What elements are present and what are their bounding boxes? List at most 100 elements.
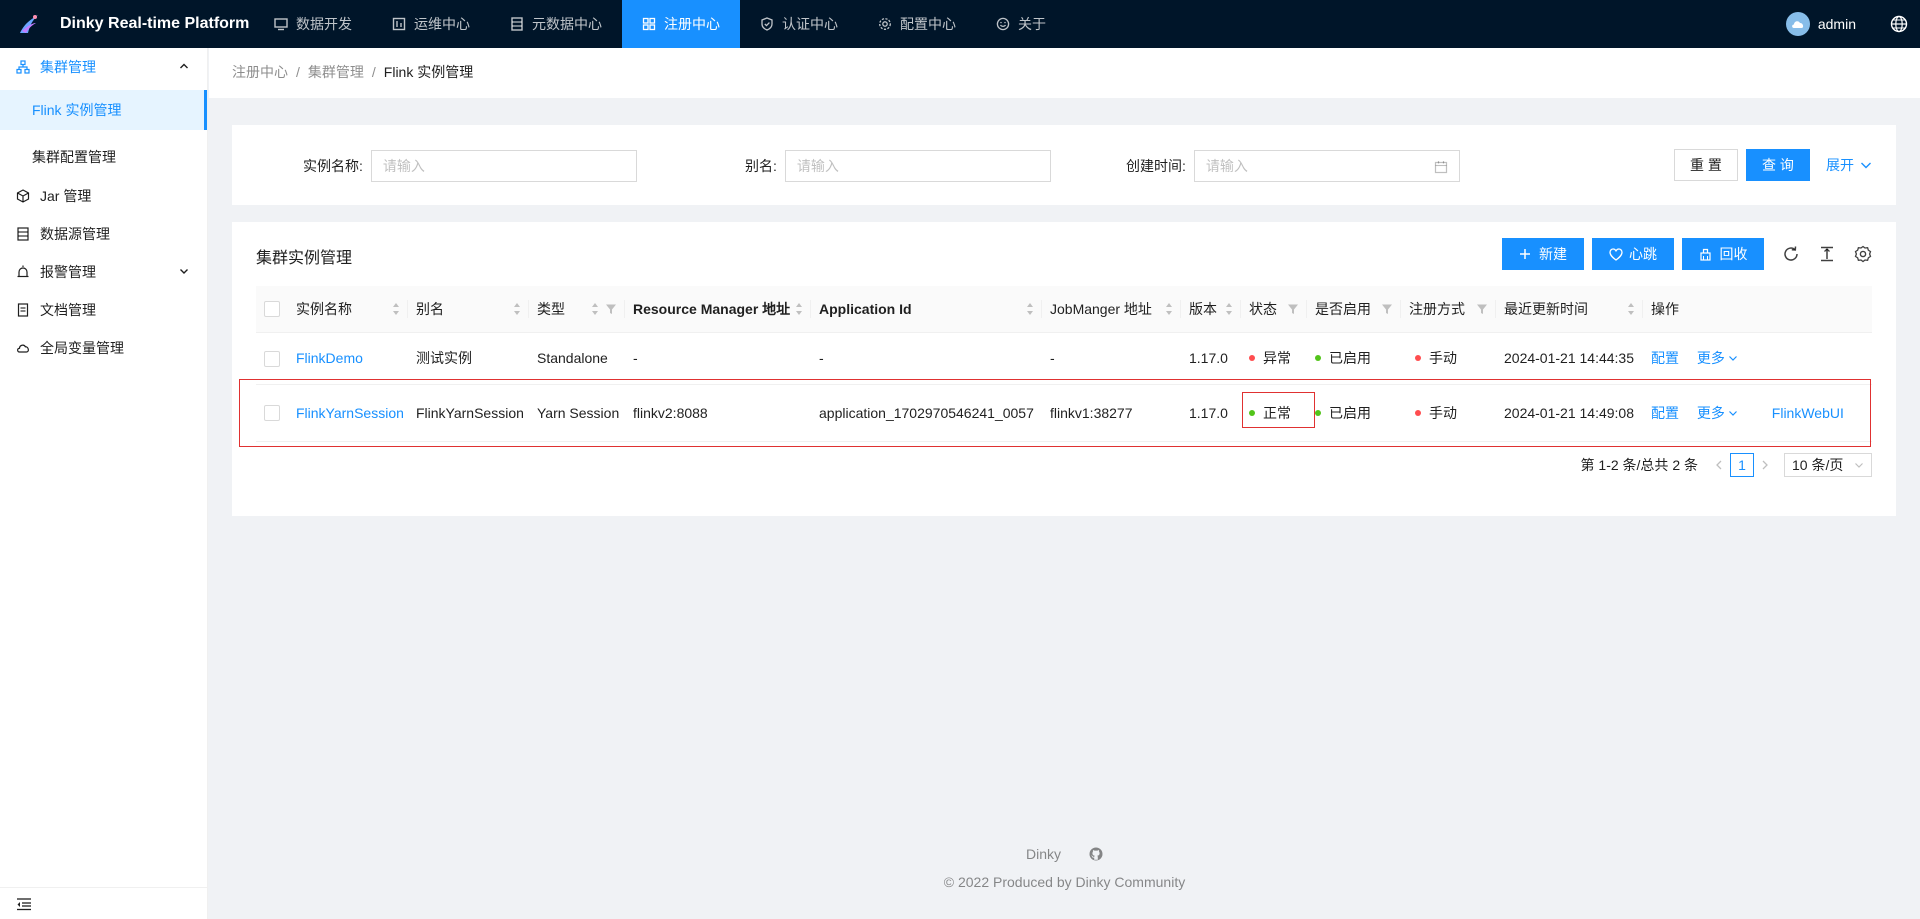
enabled-dot (1315, 409, 1321, 416)
column-header-jm-address[interactable]: JobManger 地址 (1042, 286, 1181, 333)
more-label: 更多 (1696, 404, 1725, 421)
top-header: Dinky Real-time Platform 数据开发 运维中心 元数据中心… (0, 0, 1920, 48)
query-button[interactable]: 查 询 (1746, 149, 1810, 181)
chevron-down-icon (1861, 162, 1871, 169)
footer-brand-link[interactable]: Dinky (1026, 846, 1061, 862)
monitor-icon (274, 17, 288, 31)
filter-icon[interactable] (1287, 303, 1299, 315)
nav-label: 关于 (1018, 16, 1046, 32)
sort-icon (514, 303, 520, 315)
sidebar-item-label: 报警管理 (40, 264, 96, 280)
recycle-button[interactable]: 回收 (1682, 238, 1764, 270)
nav-label: 认证中心 (782, 16, 838, 32)
sidebar-item-jar[interactable]: Jar 管理 (0, 177, 207, 215)
column-header-register-mode[interactable]: 注册方式 (1401, 286, 1496, 333)
instance-table-card: 集群实例管理 新建 心跳 回收 实例名称 别名 类型 Resource Mana… (232, 222, 1896, 516)
logo[interactable]: Dinky Real-time Platform (0, 0, 256, 48)
create-time-picker[interactable]: 请输入 (1193, 150, 1460, 182)
flink-webui-link[interactable]: FlinkWebUI (1772, 405, 1844, 421)
language-globe-icon[interactable] (1890, 15, 1908, 33)
page-1-button[interactable]: 1 (1730, 453, 1754, 477)
new-button[interactable]: 新建 (1502, 238, 1584, 270)
column-header-updated-time[interactable]: 最近更新时间 (1496, 286, 1643, 333)
column-header-name[interactable]: 实例名称 (288, 286, 408, 333)
column-header-enabled[interactable]: 是否启用 (1307, 286, 1401, 333)
breadcrumb-separator: / (371, 64, 376, 80)
status-dot-error (1249, 355, 1255, 362)
safety-icon (760, 17, 774, 31)
sidebar-item-alert[interactable]: 报警管理 (0, 253, 207, 291)
prev-page-button[interactable] (1708, 453, 1730, 477)
instance-name-link[interactable]: FlinkYarnSession (296, 405, 404, 421)
nav-metadata-center[interactable]: 元数据中心 (490, 0, 622, 48)
user-menu[interactable]: admin (1785, 12, 1856, 36)
instance-table: 实例名称 别名 类型 Resource Manager 地址 Applicati… (256, 286, 1872, 442)
alias-input[interactable]: 请输入 (784, 150, 1051, 182)
next-page-button[interactable] (1754, 453, 1776, 477)
expand-link[interactable]: 展开 (1826, 155, 1872, 175)
page-size-select[interactable]: 10 条/页 (1784, 453, 1872, 477)
nav-registry-center[interactable]: 注册中心 (622, 0, 740, 48)
column-header-app-id[interactable]: Application Id (811, 286, 1042, 333)
filter-icon[interactable] (1476, 303, 1488, 315)
nav-label: 注册中心 (664, 16, 720, 32)
table-title: 集群实例管理 (256, 250, 353, 267)
filter-icon[interactable] (605, 303, 617, 315)
sidebar-item-global-vars[interactable]: 全局变量管理 (0, 329, 207, 367)
column-label: Resource Manager 地址 (633, 300, 791, 317)
create-time-placeholder: 请输入 (1205, 158, 1248, 174)
nav-about[interactable]: 关于 (976, 0, 1066, 48)
register-mode-badge: 手动 (1429, 350, 1457, 366)
breadcrumb-item[interactable]: 集群管理 (308, 62, 364, 82)
dashboard-icon (392, 17, 406, 31)
rm-address-cell: - (625, 332, 811, 385)
nav-auth-center[interactable]: 认证中心 (740, 0, 858, 48)
nav-label: 数据开发 (296, 16, 352, 32)
sort-icon (796, 303, 802, 315)
column-header-actions: 操作 (1643, 286, 1872, 333)
column-header-rm-address[interactable]: Resource Manager 地址 (625, 286, 811, 333)
register-mode-cell: 手动 (1401, 384, 1496, 442)
setting-icon[interactable] (1854, 245, 1872, 263)
sidebar-item-datasource[interactable]: 数据源管理 (0, 215, 207, 253)
breadcrumb-item[interactable]: 注册中心 (232, 62, 288, 82)
alias-cell: FlinkYarnSession (408, 384, 529, 442)
more-dropdown[interactable]: 更多 (1697, 350, 1738, 366)
column-header-type[interactable]: 类型 (529, 286, 625, 333)
sidebar-item-cluster-config[interactable]: 集群配置管理 (0, 137, 207, 177)
instance-name-input[interactable]: 请输入 (370, 150, 637, 182)
reset-button[interactable]: 重 置 (1674, 149, 1738, 181)
filter-icon[interactable] (1381, 303, 1393, 315)
instance-name-link[interactable]: FlinkDemo (296, 350, 363, 366)
column-header-alias[interactable]: 别名 (408, 286, 529, 333)
github-icon[interactable] (1089, 847, 1103, 861)
column-label: JobManger 地址 (1050, 300, 1152, 317)
nav-config-center[interactable]: 配置中心 (858, 0, 976, 48)
nav-data-dev[interactable]: 数据开发 (254, 0, 372, 48)
more-dropdown[interactable]: 更多 (1697, 405, 1738, 421)
column-header-version[interactable]: 版本 (1181, 286, 1241, 333)
sidebar-item-docs[interactable]: 文档管理 (0, 291, 207, 329)
instance-name-field: 实例名称: 请输入 (303, 150, 637, 182)
config-link[interactable]: 配置 (1651, 405, 1679, 421)
sidebar-group-label: 集群管理 (40, 59, 96, 75)
recycle-label: 回收 (1719, 246, 1748, 262)
sidebar-group-cluster[interactable]: 集群管理 (0, 48, 207, 86)
enabled-badge: 已启用 (1329, 350, 1371, 366)
pagination: 第 1-2 条/总共 2 条 1 10 条/页 (1581, 453, 1872, 477)
select-all-checkbox[interactable] (264, 301, 280, 318)
reload-icon[interactable] (1782, 245, 1800, 263)
sort-icon (1226, 303, 1232, 315)
row-checkbox[interactable] (264, 405, 280, 422)
table-header-row: 实例名称 别名 类型 Resource Manager 地址 Applicati… (256, 286, 1872, 333)
heartbeat-label: 心跳 (1629, 246, 1657, 262)
sidebar-collapse-button[interactable] (0, 887, 208, 919)
column-height-icon[interactable] (1818, 245, 1836, 263)
heartbeat-button[interactable]: 心跳 (1592, 238, 1674, 270)
enabled-badge: 已启用 (1329, 404, 1371, 421)
sidebar-item-flink-instance[interactable]: Flink 实例管理 (0, 90, 207, 130)
config-link[interactable]: 配置 (1651, 350, 1679, 366)
column-header-status[interactable]: 状态 (1241, 286, 1307, 333)
nav-ops-center[interactable]: 运维中心 (372, 0, 490, 48)
row-checkbox[interactable] (264, 350, 280, 367)
